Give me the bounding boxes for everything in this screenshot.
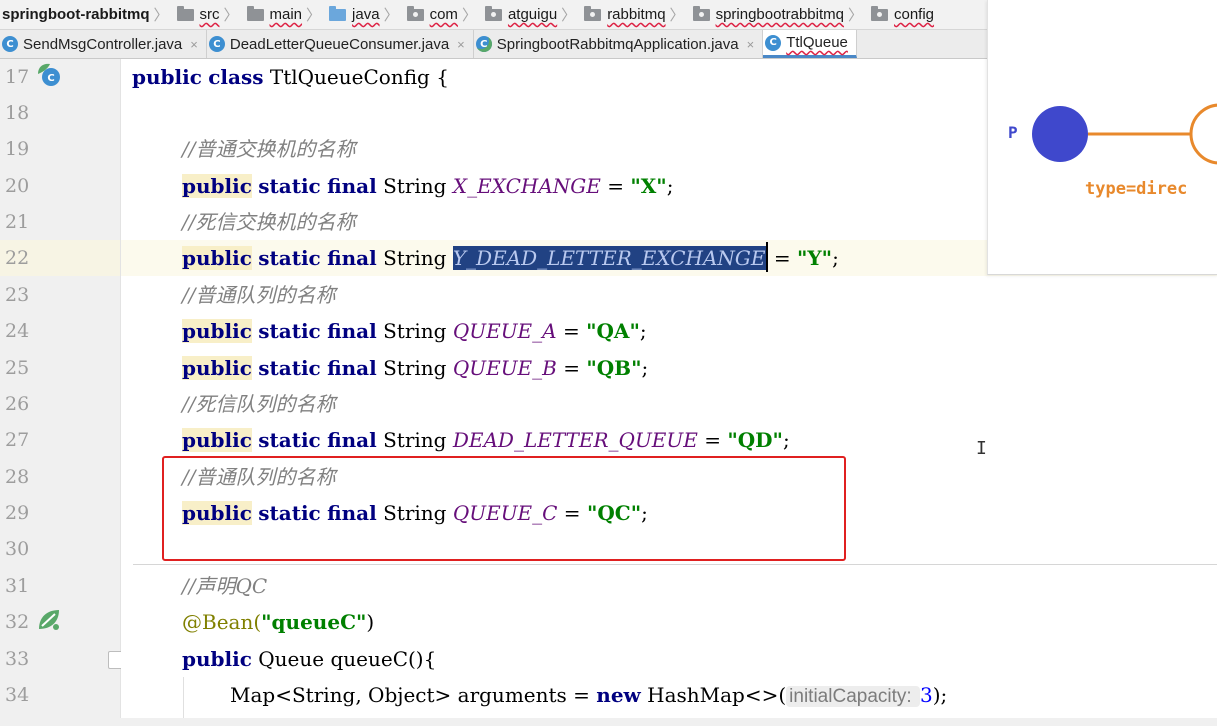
folder-icon (176, 5, 194, 21)
code-line-23[interactable]: //普通队列的名称 (182, 277, 335, 313)
class-icon: C (208, 36, 225, 52)
line-number: 27 (5, 429, 30, 451)
code-line-25[interactable]: public static final String QUEUE_B = "QB… (182, 350, 648, 386)
code-line-24[interactable]: public static final String QUEUE_A = "QA… (182, 313, 647, 349)
breadcrumb-item-springbootrabbitmq[interactable]: springbootrabbitmq (689, 5, 844, 23)
exchange-node (1189, 103, 1217, 165)
producer-node (1032, 106, 1088, 162)
tab-ttlqueueconfig[interactable]: C TtlQueue (763, 30, 857, 58)
diagram-canvas (1032, 103, 1217, 165)
line-number: 30 (5, 538, 30, 560)
breadcrumb-project[interactable]: springboot-rabbitmq (0, 6, 149, 23)
code-line-26[interactable]: //死信队列的名称 (182, 386, 335, 422)
breadcrumb-item-atguigu[interactable]: atguigu (481, 5, 557, 23)
code-line-31[interactable]: //声明QC (182, 568, 267, 604)
annotation-highlight-box (162, 456, 846, 561)
class-icon: C (2, 36, 18, 52)
package-icon (584, 5, 602, 21)
spring-bean-method-icon[interactable] (36, 607, 62, 633)
gutter: 17 18 19 20 21 22 23 24 25 26 27 28 29 3… (0, 59, 128, 726)
close-icon[interactable]: × (747, 37, 755, 52)
line-number: 31 (5, 575, 30, 597)
mouse-ibeam-cursor: I (976, 438, 987, 459)
line-number: 25 (5, 357, 30, 379)
producer-label: P (1008, 123, 1018, 142)
breadcrumb-item-java[interactable]: java (325, 5, 380, 23)
code-line-20[interactable]: public static final String X_EXCHANGE = … (182, 168, 673, 204)
source-folder-icon (329, 5, 347, 21)
code-line-32[interactable]: @Bean("queueC") (182, 604, 374, 640)
chevron-right-icon: 〉 (669, 7, 685, 24)
package-icon (484, 5, 502, 21)
line-number: 29 (5, 502, 30, 524)
code-line-21[interactable]: //死信交换机的名称 (182, 204, 355, 240)
breadcrumb-item-rabbitmq[interactable]: rabbitmq (580, 5, 666, 23)
tab-springbootrabbitmqapplication[interactable]: C SpringbootRabbitmqApplication.java × (474, 30, 764, 58)
package-icon (692, 5, 710, 21)
breadcrumb-item-main[interactable]: main (243, 5, 302, 23)
svg-text:C: C (47, 73, 54, 84)
method-separator (133, 564, 1217, 565)
tab-deadletterqueueconsumer[interactable]: C DeadLetterQueueConsumer.java × (207, 30, 474, 58)
breadcrumb-item-config[interactable]: config (867, 5, 934, 23)
code-line-33[interactable]: public Queue queueC(){ (182, 641, 436, 677)
chevron-right-icon: 〉 (561, 7, 577, 24)
code-line-27[interactable]: public static final String DEAD_LETTER_Q… (182, 422, 790, 458)
chevron-right-icon: 〉 (223, 7, 239, 24)
editor-bottom-strip (0, 718, 1217, 726)
breadcrumb-item-src[interactable]: src (173, 5, 220, 23)
line-number: 26 (5, 393, 30, 415)
line-number: 34 (5, 684, 30, 706)
line-number: 23 (5, 284, 30, 306)
line-number: 24 (5, 320, 30, 342)
exchange-type-label: type=direc (1085, 179, 1188, 199)
close-icon[interactable]: × (190, 37, 198, 52)
chevron-right-icon: 〉 (847, 7, 863, 24)
diagram-overlay: P type=direc (987, 0, 1217, 275)
line-number: 20 (5, 175, 30, 197)
indent-guide (183, 677, 184, 718)
breadcrumb-item-com[interactable]: com (403, 5, 458, 23)
code-line-17[interactable]: public class TtlQueueConfig { (132, 59, 449, 95)
code-line-19[interactable]: //普通交换机的名称 (182, 131, 355, 167)
line-number: 19 (5, 138, 30, 160)
chevron-right-icon: 〉 (153, 7, 169, 24)
line-number: 33 (5, 648, 30, 670)
spring-bean-gutter-icon[interactable]: C (36, 62, 62, 88)
line-number: 21 (5, 211, 30, 233)
chevron-right-icon: 〉 (306, 7, 322, 24)
class-icon: C (765, 34, 782, 51)
code-line-22[interactable]: public static final String Y_DEAD_LETTER… (182, 240, 839, 276)
close-icon[interactable]: × (457, 37, 465, 52)
line-number: 18 (5, 102, 30, 124)
folder-icon (246, 5, 264, 21)
chevron-right-icon: 〉 (461, 7, 477, 24)
chevron-right-icon: 〉 (383, 7, 399, 24)
selected-text: Y_DEAD_LETTER_EXCHANGE (452, 246, 766, 270)
package-icon (406, 5, 424, 21)
parameter-hint: initialCapacity: (786, 686, 920, 707)
tab-sendmsgcontroller[interactable]: C SendMsgController.java × (0, 30, 207, 58)
spring-class-icon: C (475, 36, 492, 52)
line-number: 28 (5, 466, 30, 488)
package-icon (871, 5, 888, 21)
line-number: 22 (5, 247, 30, 269)
code-line-34[interactable]: Map<String, Object> arguments = new Hash… (230, 677, 947, 713)
